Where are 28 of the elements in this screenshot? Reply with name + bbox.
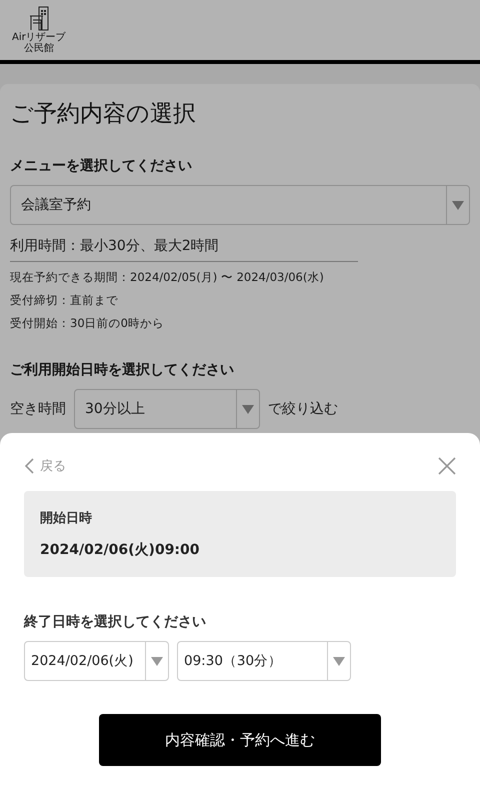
filter-label: 空き時間	[10, 400, 66, 418]
caret-icon	[242, 404, 254, 414]
caret-icon	[452, 200, 464, 210]
time-select[interactable]: 09:30（30分）	[177, 641, 351, 681]
chevron-left-icon	[24, 458, 34, 474]
close-button[interactable]	[438, 457, 456, 475]
end-label: 終了日時を選択してください	[24, 613, 207, 631]
section-label: ご利用開始日時を選択してください	[10, 361, 235, 379]
logo[interactable]: Airリザーブ 公民館	[12, 6, 66, 54]
date-select[interactable]: 2024/02/06(火)	[24, 641, 169, 681]
menu-select[interactable]: 会議室予約	[10, 185, 470, 225]
section-label: メニューを選択してください	[10, 157, 193, 175]
info-text: 受付開始：30日前の0時から	[10, 316, 165, 331]
start-label: 開始日時	[40, 510, 93, 527]
duration-select[interactable]: 30分以上	[74, 389, 260, 429]
close-icon	[438, 457, 456, 475]
caret-icon	[333, 656, 345, 666]
page-title: ご予約内容の選択	[10, 100, 197, 129]
filter-suffix: で絞り込む	[268, 400, 338, 418]
info-text: 現在予約できる期間：2024/02/05(月) 〜 2024/03/06(水)	[10, 270, 325, 285]
building-icon	[28, 6, 50, 32]
usage-time-text: 利用時間：最小30分、最大2時間	[10, 237, 358, 262]
logo-text: Airリザーブ	[12, 32, 66, 43]
caret-icon	[151, 656, 163, 666]
logo-text: 公民館	[24, 43, 54, 54]
submit-button[interactable]: 内容確認・予約へ進む	[99, 714, 381, 766]
info-text: 受付締切：直前まで	[10, 293, 119, 308]
start-value: 2024/02/06(火)09:00	[40, 541, 201, 559]
